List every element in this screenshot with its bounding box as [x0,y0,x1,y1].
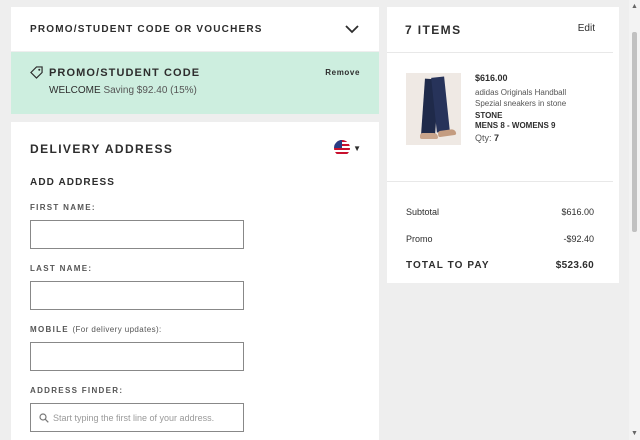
promo-vouchers-toggle[interactable]: PROMO/STUDENT CODE OR VOUCHERS [11,7,379,51]
mobile-hint: (For delivery updates): [72,325,162,334]
mobile-input[interactable] [30,342,244,371]
scroll-up-icon[interactable]: ▲ [631,3,638,10]
promo-saving-text: Saving $92.40 (15%) [103,85,197,96]
promo-bar-title: PROMO/STUDENT CODE OR VOUCHERS [30,23,263,35]
order-summary: 7 ITEMS Edit $616.00 adidas Originals Ha… [387,7,619,283]
product-qty: Qty: 7 [475,133,500,143]
promo-applied-panel: PROMO/STUDENT CODE Remove WELCOME Saving… [11,52,379,114]
scrollbar-thumb[interactable] [632,32,637,232]
scroll-down-icon[interactable]: ▼ [631,430,638,437]
country-selector[interactable]: ▼ [334,140,361,156]
product-image[interactable] [406,73,461,145]
add-address-heading: ADD ADDRESS [30,177,116,188]
promo-applied-label: PROMO/STUDENT CODE [49,66,201,79]
last-name-input[interactable] [30,281,244,310]
last-name-label: LAST NAME: [30,264,93,273]
chevron-down-icon[interactable] [344,21,360,37]
mobile-label: MOBILE (For delivery updates): [30,325,162,334]
delivery-address-section: DELIVERY ADDRESS ▼ ADD ADDRESS FIRST NAM… [11,122,379,440]
total-amount: $523.60 [555,260,594,271]
total-row: TOTAL TO PAY $523.60 [406,260,594,271]
product-price: $616.00 [475,73,508,83]
promo-amount: -$92.40 [563,233,594,244]
us-flag-icon [334,140,351,156]
first-name-label: FIRST NAME: [30,203,96,212]
address-finder-input[interactable]: Start typing the first line of your addr… [30,403,244,432]
address-finder-placeholder: Start typing the first line of your addr… [53,412,215,423]
address-finder-label: ADDRESS FINDER: [30,386,124,395]
checkout-left-column: PROMO/STUDENT CODE OR VOUCHERS PROMO/STU… [11,7,379,440]
product-qty-value: 7 [494,133,500,143]
search-icon [39,412,49,423]
promo-code-value: WELCOME [49,85,101,96]
first-name-input[interactable] [30,220,244,249]
totals: Subtotal $616.00 Promo -$92.40 TOTAL TO … [387,182,613,279]
edit-bag-link[interactable]: Edit [578,23,595,52]
subtotal-row: Subtotal $616.00 [406,206,594,217]
delivery-title: DELIVERY ADDRESS [30,142,174,156]
tag-icon [30,66,43,79]
bag-item: $616.00 adidas Originals Handball Spezia… [387,53,613,182]
promo-row: Promo -$92.40 [406,233,594,244]
subtotal-amount: $616.00 [561,206,594,217]
page-scrollbar[interactable]: ▲ ▼ [629,0,640,440]
product-size: MENS 8 - WOMENS 9 [475,121,556,130]
items-count-title: 7 ITEMS [405,23,462,37]
remove-promo-button[interactable]: Remove [325,68,360,77]
product-name: adidas Originals Handball Spezial sneake… [475,88,567,108]
product-color: STONE [475,111,503,120]
caret-down-icon: ▼ [353,143,361,153]
